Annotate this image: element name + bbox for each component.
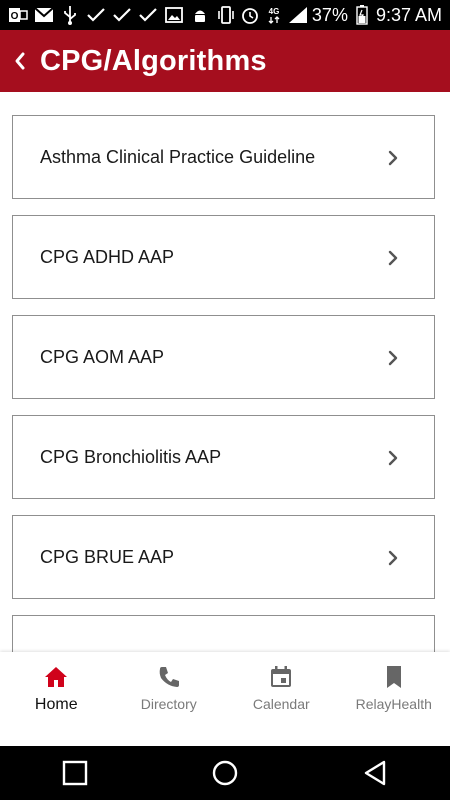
home-system-button[interactable] (165, 746, 285, 800)
back-button[interactable] (2, 30, 38, 92)
tab-label: Home (34, 696, 78, 713)
calendar-icon (271, 666, 292, 687)
network-4g-icon: 4G (264, 5, 284, 25)
list-item-label: Asthma Clinical Practice Guideline (40, 146, 316, 167)
android-debug-icon (190, 5, 210, 25)
chevron-right-icon (388, 550, 398, 566)
tab-label: Directory (140, 696, 197, 712)
signal-icon (288, 5, 308, 25)
check-icon (86, 5, 106, 25)
tab-home[interactable]: Home (0, 652, 113, 746)
list-item-label: CPG ADHD AAP (40, 246, 175, 267)
list-item-label: CPG BRUE AAP (40, 546, 175, 567)
chevron-right-icon (388, 350, 398, 366)
tab-directory[interactable]: Directory (113, 652, 226, 746)
chevron-right-icon (388, 250, 398, 266)
svg-text:O: O (11, 11, 19, 22)
triangle-back-icon (364, 760, 386, 786)
list-item[interactable]: CPG ADHD AAP (12, 215, 435, 299)
battery-icon (352, 5, 372, 25)
status-bar-system: 4G 37% 9:37 AM (216, 5, 450, 26)
list-item-label: CPG AOM AAP (40, 346, 165, 367)
chevron-left-icon (15, 52, 25, 70)
page-title: CPG/Algorithms (40, 44, 267, 77)
list-item[interactable]: CPG BRUE AAP (12, 515, 435, 599)
bookmark-icon (386, 666, 401, 688)
system-navigation-bar (0, 746, 450, 800)
app-bar: CPG/Algorithms (0, 30, 450, 92)
check-icon (112, 5, 132, 25)
phone-icon (159, 667, 179, 687)
check-icon (138, 5, 158, 25)
status-bar-notifications: O (0, 5, 210, 25)
bottom-nav: Home Directory Calendar RelayHealth (0, 652, 450, 746)
list-item-label: CPG Bronchiolitis AAP (40, 446, 222, 467)
tab-relayhealth[interactable]: RelayHealth (338, 652, 450, 746)
usb-icon (60, 5, 80, 25)
gmail-icon (34, 5, 54, 25)
clock-time: 9:37 AM (375, 4, 442, 25)
image-icon (164, 5, 184, 25)
recents-icon (62, 760, 88, 786)
tab-label: Calendar (252, 696, 310, 712)
list-item[interactable]: CPG Bronchiolitis AAP (12, 415, 435, 499)
home-icon (45, 667, 68, 687)
chevron-right-icon (388, 150, 398, 166)
status-bar: O 4G 37% 9:37 AM (0, 0, 450, 30)
list-item[interactable]: Asthma Clinical Practice Guideline (12, 115, 435, 199)
recents-button[interactable] (15, 746, 135, 800)
tab-label: RelayHealth (355, 696, 432, 712)
tab-calendar[interactable]: Calendar (225, 652, 338, 746)
chevron-right-icon (388, 450, 398, 466)
back-system-button[interactable] (315, 746, 435, 800)
list-item[interactable] (12, 615, 435, 652)
svg-text:4G: 4G (269, 7, 280, 16)
alarm-icon (240, 5, 260, 25)
cpg-list[interactable]: Asthma Clinical Practice Guideline CPG A… (0, 92, 450, 652)
list-item[interactable]: CPG AOM AAP (12, 315, 435, 399)
circle-home-icon (212, 760, 238, 786)
vibrate-icon (216, 5, 236, 25)
battery-percent: 37% (311, 4, 348, 25)
outlook-icon: O (8, 5, 28, 25)
